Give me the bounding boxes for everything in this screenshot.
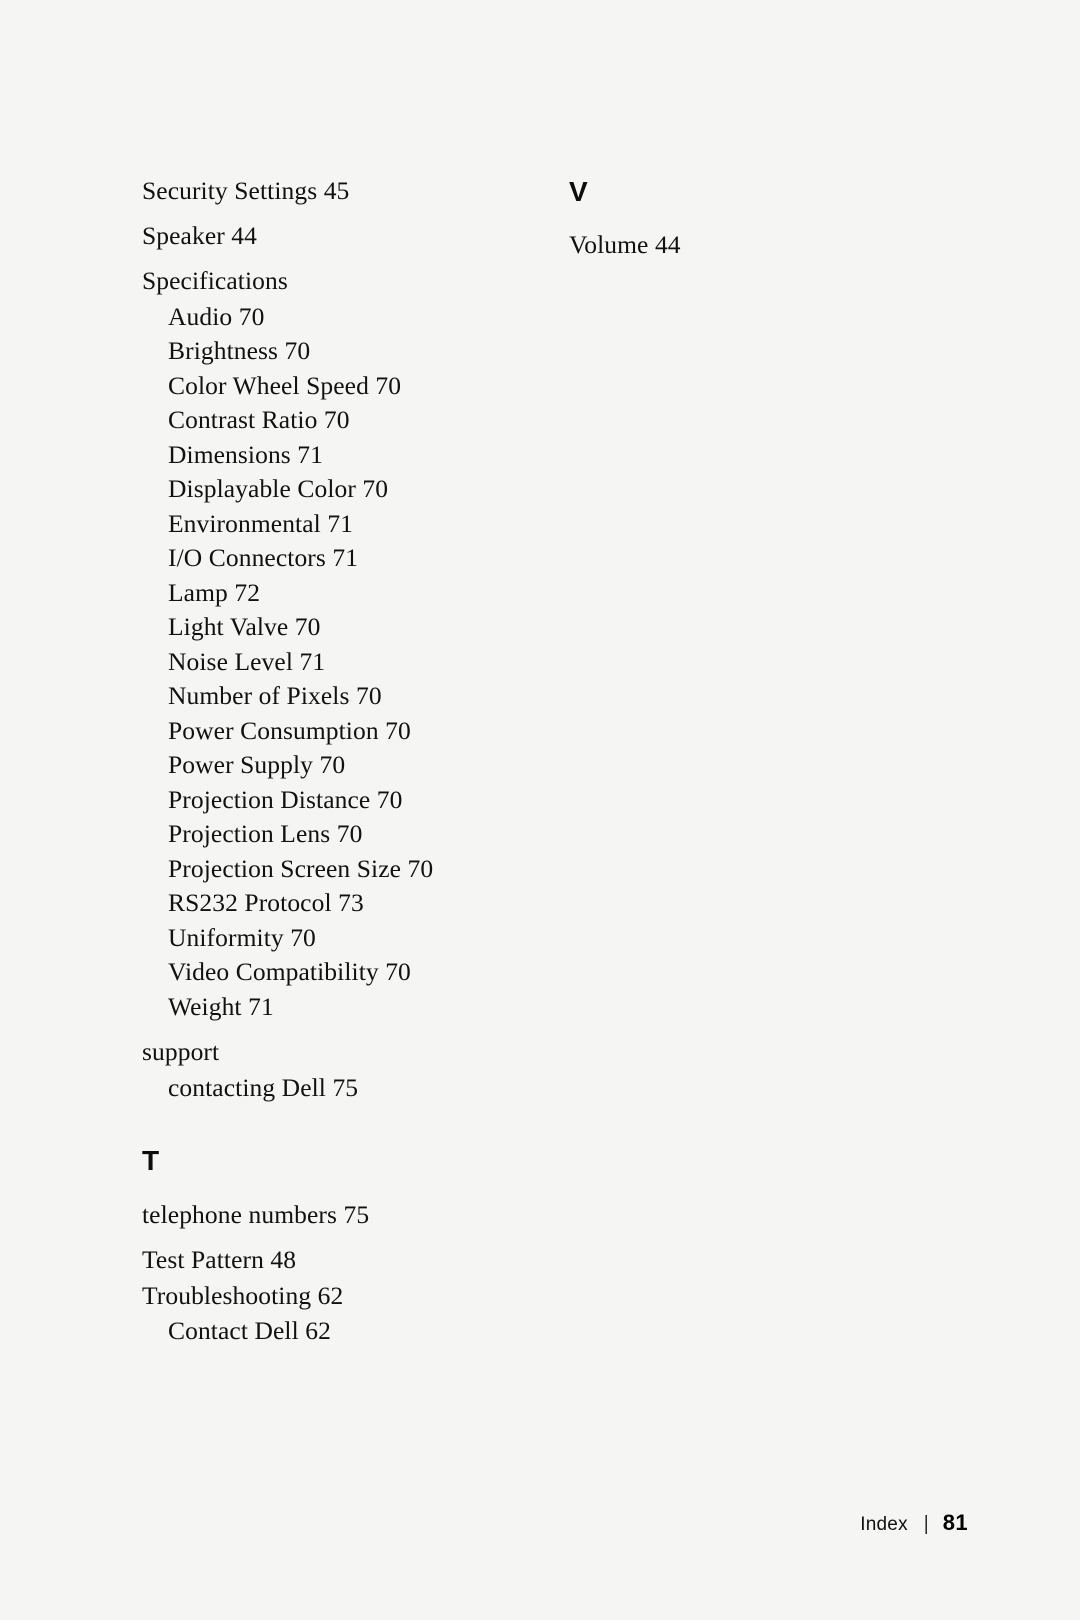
index-subentry: Contrast Ratio 70 [168,405,350,434]
index-entry: Specifications [142,266,288,295]
index-subentry: RS232 Protocol 73 [168,888,364,917]
index-subentry: Number of Pixels 70 [168,681,382,710]
index-entry: support [142,1037,220,1066]
index-subentry: Displayable Color 70 [168,474,389,503]
index-subentry: Projection Distance 70 [168,784,403,814]
index-entry: Troubleshooting 62 [142,1280,344,1310]
index-entry: Test Pattern 48 [142,1245,297,1274]
index-section-letter-t: T [142,1145,160,1176]
index-column-left: Security Settings 45 Speaker 44 Specific… [142,178,542,1353]
index-entry: telephone numbers 75 [142,1200,370,1229]
index-subentry: Power Supply 70 [168,750,346,779]
index-subentry: Color Wheel Speed 70 [168,370,402,400]
footer-page-number: 81 [942,1510,968,1535]
index-column-right: V Volume 44 [569,178,969,277]
index-entry: Volume 44 [569,230,681,259]
index-subentry: Lamp 72 [168,577,261,607]
index-subentry: Noise Level 71 [168,646,326,676]
index-subentry: Dimensions 71 [168,439,324,469]
index-subentry: Weight 71 [168,991,274,1021]
index-subentry: Projection Screen Size 70 [168,853,434,883]
page-footer: Index | 81 [0,1510,968,1536]
index-section-letter-v: V [569,176,588,207]
index-subentry: Video Compatibility 70 [168,957,411,986]
index-subentry: Brightness 70 [168,336,311,365]
index-entry: Speaker 44 [142,221,258,250]
index-entry: Security Settings 45 [142,176,350,205]
index-subentry: Light Valve 70 [168,612,321,641]
index-subentry: Contact Dell 62 [168,1316,331,1345]
footer-label: Index [860,1514,908,1535]
index-subentry: contacting Dell 75 [168,1072,359,1102]
index-subentry: Audio 70 [168,301,265,331]
footer-separator: | [923,1513,929,1536]
index-subentry: Power Consumption 70 [168,715,411,745]
index-subentry: I/O Connectors 71 [168,543,359,572]
index-subentry: Uniformity 70 [168,922,316,952]
index-subentry: Environmental 71 [168,508,354,538]
index-subentry: Projection Lens 70 [168,819,363,848]
index-page: Security Settings 45 Speaker 44 Specific… [0,0,1080,1620]
